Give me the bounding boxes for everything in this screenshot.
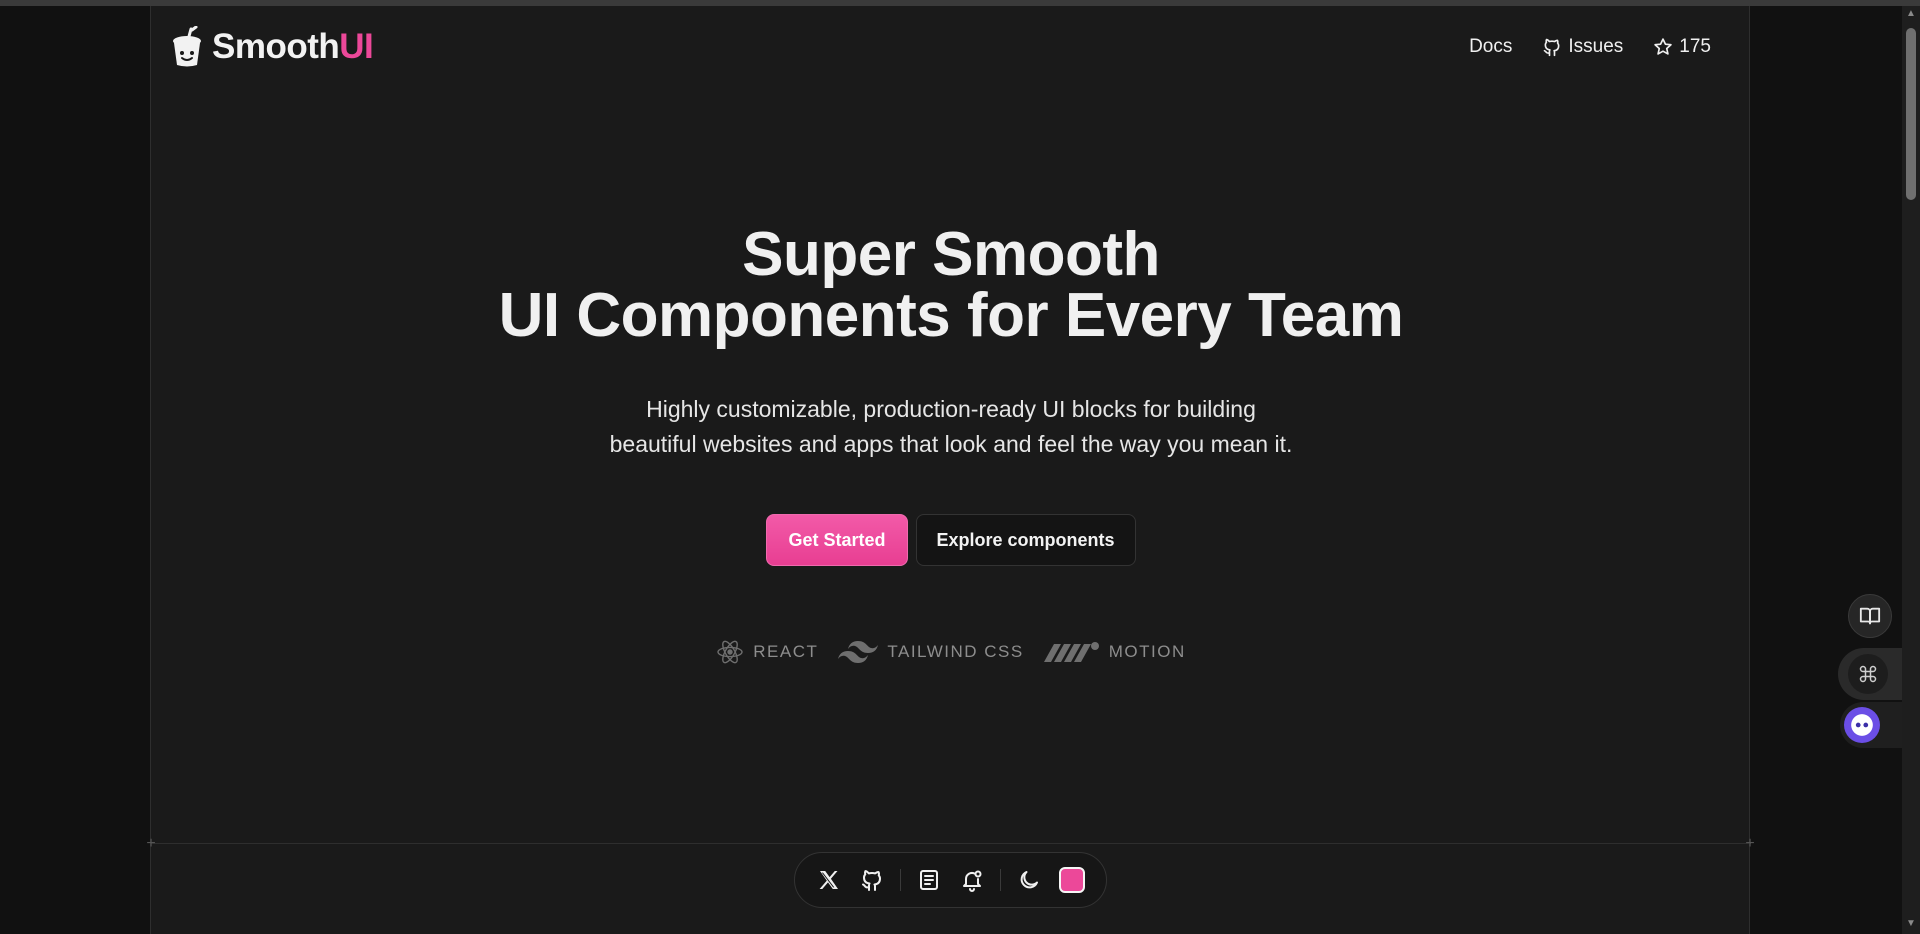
color-swatch xyxy=(1058,867,1085,893)
get-started-button[interactable]: Get Started xyxy=(766,514,908,566)
hero-subtitle: Highly customizable, production-ready UI… xyxy=(151,392,1751,462)
top-nav: Docs Issues 175 xyxy=(1469,36,1711,58)
explore-components-button[interactable]: Explore components xyxy=(915,514,1136,566)
bottom-dock xyxy=(794,852,1107,908)
hero-cta-group: Get Started Explore components xyxy=(151,514,1751,566)
react-icon xyxy=(717,640,743,664)
scrollbar-thumb[interactable] xyxy=(1906,28,1916,200)
docs-icon xyxy=(920,870,939,890)
brand-name: SmoothUI xyxy=(212,27,374,67)
hero-title-line1: Super Smooth xyxy=(742,220,1160,289)
star-icon xyxy=(1654,38,1673,55)
floating-command-button[interactable] xyxy=(1848,654,1888,694)
smoothie-cup-icon xyxy=(173,26,201,67)
section-divider xyxy=(151,843,1751,844)
motion-icon xyxy=(1043,642,1099,662)
notification-icon xyxy=(962,870,982,892)
hero-title: Super Smooth UI Components for Every Tea… xyxy=(151,224,1751,347)
book-icon xyxy=(1859,607,1881,625)
moon-icon xyxy=(1020,871,1039,889)
tech-label-react: REACT xyxy=(753,642,819,661)
tech-item-motion: MOTION xyxy=(1043,638,1186,666)
brand-name-main: Smooth xyxy=(212,27,340,66)
nav-docs-link[interactable]: Docs xyxy=(1469,36,1512,58)
tech-label-motion: MOTION xyxy=(1108,642,1186,661)
nav-stars-link[interactable]: 175 xyxy=(1653,36,1711,58)
github-icon xyxy=(861,870,881,891)
nav-issues-link[interactable]: Issues xyxy=(1542,36,1623,58)
command-icon xyxy=(1859,665,1877,683)
assistant-bot-icon xyxy=(1851,714,1873,736)
dock-color-picker[interactable] xyxy=(1057,865,1086,895)
tech-item-tailwind: TAILWIND CSS xyxy=(838,638,1023,666)
hero-subtitle-line1: Highly customizable, production-ready UI… xyxy=(646,396,1256,422)
floating-command-panel xyxy=(1838,648,1902,700)
nav-issues-label: Issues xyxy=(1568,36,1624,57)
brand-logo[interactable]: SmoothUI xyxy=(170,26,374,68)
nav-docs-label: Docs xyxy=(1469,36,1513,57)
nav-stars-count: 175 xyxy=(1679,36,1711,57)
scroll-up-icon[interactable]: ▲ xyxy=(1905,8,1917,20)
hero-title-line2: UI Components for Every Team xyxy=(498,281,1404,350)
plus-mark-icon: + xyxy=(146,835,156,852)
page-frame: SmoothUI Docs Issues 175 Super Smooth UI… xyxy=(146,6,1755,934)
dock-github-button[interactable] xyxy=(858,865,887,895)
dock-notification-button[interactable] xyxy=(958,865,987,895)
tailwind-icon xyxy=(838,641,879,663)
page-scrollbar[interactable]: ▲ ▼ xyxy=(1902,6,1920,934)
floating-docs-button[interactable] xyxy=(1848,594,1892,638)
dock-x-button[interactable] xyxy=(815,865,844,895)
tech-stack: REACT TAILWIND CSS MOTION xyxy=(151,638,1751,666)
brand-name-accent: UI xyxy=(339,27,374,66)
dock-separator xyxy=(900,869,901,891)
x-icon xyxy=(819,871,839,889)
github-icon xyxy=(1544,38,1560,57)
assistant-bot-button[interactable] xyxy=(1844,707,1880,743)
tech-item-react: REACT xyxy=(716,638,818,666)
dock-docs-button[interactable] xyxy=(915,865,944,895)
tech-label-tailwind: TAILWIND CSS xyxy=(887,642,1024,661)
hero-subtitle-line2: beautiful websites and apps that look an… xyxy=(609,431,1293,457)
dock-separator xyxy=(1000,869,1001,891)
scroll-down-icon[interactable]: ▼ xyxy=(1905,918,1917,930)
dock-theme-toggle[interactable] xyxy=(1015,865,1044,895)
floating-assistant-panel xyxy=(1840,702,1902,748)
plus-mark-icon: + xyxy=(1745,835,1755,852)
